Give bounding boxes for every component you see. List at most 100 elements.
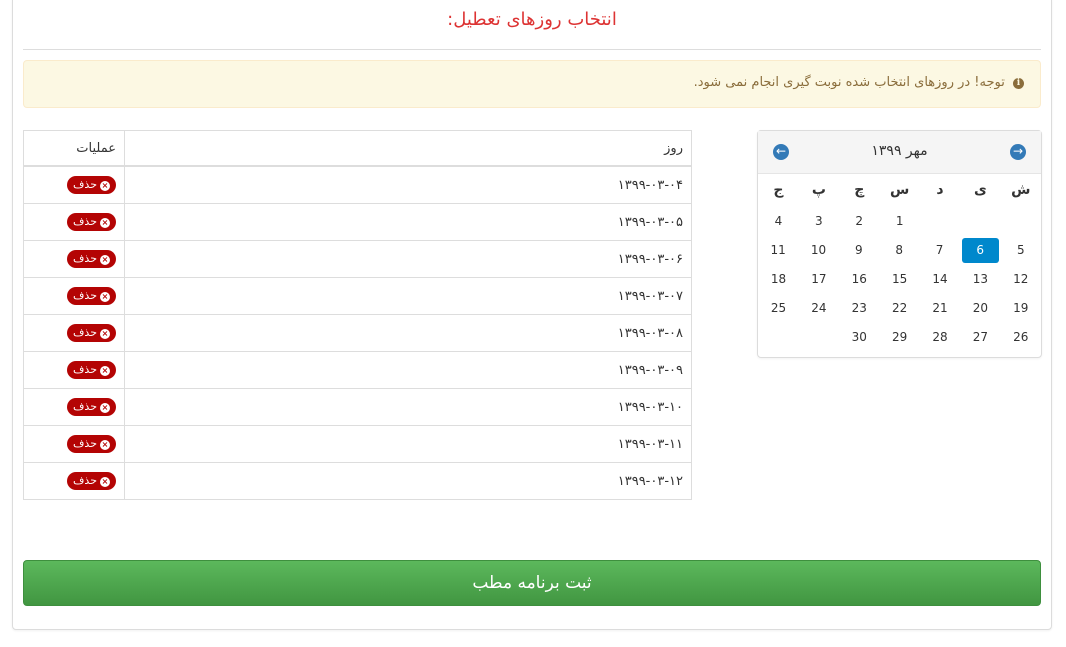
calendar-day[interactable]: 26	[1001, 323, 1041, 352]
calendar-day[interactable]: 11	[758, 236, 798, 265]
alert-text: توجه! در روزهای انتخاب شده نوبت گیری انج…	[693, 75, 1005, 90]
main-panel: انتخاب روزهای تعطیل: i توجه! در روزهای ا…	[12, 0, 1052, 630]
delete-label: حذف	[73, 437, 97, 450]
table-row: ۱۳۹۹-۰۳-۰۸ ×حذف	[23, 314, 692, 352]
delete-button[interactable]: ×حذف	[67, 361, 116, 379]
calendar-empty-cell	[920, 207, 960, 236]
delete-button[interactable]: ×حذف	[67, 176, 116, 194]
table-row: ۱۳۹۹-۰۳-۰۵ ×حذف	[23, 203, 692, 241]
calendar-day[interactable]: 16	[839, 265, 879, 294]
weekday-label: س	[889, 182, 910, 198]
calendar-day[interactable]: 9	[839, 236, 879, 265]
delete-button[interactable]: ×حذف	[67, 398, 116, 416]
calendar-month-title: مهر ۱۳۹۹	[871, 143, 928, 159]
table-row: ۱۳۹۹-۰۳-۰۹ ×حذف	[23, 351, 692, 389]
prev-month-icon[interactable]: ←	[773, 144, 789, 160]
ops-cell: ×حذف	[23, 388, 125, 426]
delete-button[interactable]: ×حذف	[67, 472, 116, 490]
column-header-ops: عملیات	[23, 130, 125, 167]
calendar-day[interactable]: 3	[799, 207, 839, 236]
weekday-label: ج	[773, 182, 784, 198]
week-row: 1234	[758, 207, 1041, 236]
week-row: 12 13 14 15 16 17 18	[758, 265, 1041, 294]
date-cell: ۱۳۹۹-۰۳-۱۰	[124, 388, 692, 426]
delete-label: حذف	[73, 215, 97, 228]
close-circle-icon: ×	[100, 366, 110, 376]
table-row: ۱۳۹۹-۰۳-۰۶ ×حذف	[23, 240, 692, 278]
submit-schedule-button[interactable]: ثبت برنامه مطب	[23, 560, 1041, 606]
delete-label: حذف	[73, 400, 97, 413]
calendar-header: → مهر ۱۳۹۹ ←	[758, 131, 1041, 174]
calendar-day[interactable]: 29	[879, 323, 919, 352]
ops-cell: ×حذف	[23, 240, 125, 278]
delete-label: حذف	[73, 326, 97, 339]
week-row: 26 27 28 29 30	[758, 323, 1041, 352]
calendar-day[interactable]: 5	[1001, 236, 1041, 265]
close-circle-icon: ×	[100, 218, 110, 228]
calendar-day[interactable]: 13	[960, 265, 1000, 294]
calendar-day[interactable]: 14	[920, 265, 960, 294]
calendar-day[interactable]: 15	[879, 265, 919, 294]
page-title: انتخاب روزهای تعطیل:	[447, 9, 617, 30]
delete-label: حذف	[73, 474, 97, 487]
calendar-day[interactable]: 1	[879, 207, 919, 236]
calendar-day[interactable]: 20	[960, 294, 1000, 323]
close-circle-icon: ×	[100, 329, 110, 339]
calendar-grid: ش ی د س چ پ ج 1 2 3 4 5 6 7 8 9 10 11 12 13 14 15 16 17 18 19 20 21…	[758, 173, 1041, 352]
table-row: ۱۳۹۹-۰۳-۱۰ ×حذف	[23, 388, 692, 426]
holidays-table: روز عملیات ۱۳۹۹-۰۳-۰۴ ×حذف ۱۳۹۹-۰۳-۰۵ ×حذف ۱…	[23, 130, 692, 500]
ops-cell: ×حذف	[23, 277, 125, 315]
date-cell: ۱۳۹۹-۰۳-۰۵	[124, 203, 692, 241]
calendar-day[interactable]: 2	[839, 207, 879, 236]
weekday-label: چ	[854, 182, 865, 198]
calendar-day[interactable]: 12	[1001, 265, 1041, 294]
delete-label: حذف	[73, 363, 97, 376]
date-cell: ۱۳۹۹-۰۳-۰۷	[124, 277, 692, 315]
calendar-empty-cell	[1001, 207, 1041, 236]
calendar: → مهر ۱۳۹۹ ← ش ی د س چ پ ج 1 2 3 4 5 6 7 8 9 10 11 12 13 14 1…	[757, 130, 1042, 358]
ops-cell: ×حذف	[23, 203, 125, 241]
date-cell: ۱۳۹۹-۰۳-۰۸	[124, 314, 692, 352]
date-cell: ۱۳۹۹-۰۳-۰۶	[124, 240, 692, 278]
close-circle-icon: ×	[100, 403, 110, 413]
delete-label: حذف	[73, 252, 97, 265]
delete-button[interactable]: ×حذف	[67, 213, 116, 231]
calendar-day[interactable]: 30	[839, 323, 879, 352]
calendar-day[interactable]: 22	[879, 294, 919, 323]
calendar-empty-cell	[960, 207, 1000, 236]
close-circle-icon: ×	[100, 292, 110, 302]
table-row: ۱۳۹۹-۰۳-۱۱ ×حذف	[23, 425, 692, 463]
week-row: 19 20 21 22 23 24 25	[758, 294, 1041, 323]
calendar-day[interactable]: 25	[758, 294, 798, 323]
info-circle-icon: i	[1013, 78, 1024, 89]
calendar-day[interactable]: 17	[799, 265, 839, 294]
delete-button[interactable]: ×حذف	[67, 250, 116, 268]
ops-cell: ×حذف	[23, 165, 125, 204]
delete-button[interactable]: ×حذف	[67, 435, 116, 453]
calendar-day[interactable]: 21	[920, 294, 960, 323]
calendar-day[interactable]: 23	[839, 294, 879, 323]
calendar-day[interactable]: 7	[919, 236, 959, 265]
table-row: ۱۳۹۹-۰۳-۰۷ ×حذف	[23, 277, 692, 315]
calendar-empty-cell	[799, 323, 839, 352]
close-circle-icon: ×	[100, 181, 110, 191]
date-cell: ۱۳۹۹-۰۳-۱۱	[124, 425, 692, 463]
calendar-day[interactable]: 27	[960, 323, 1000, 352]
weekday-label: پ	[811, 182, 826, 198]
calendar-day[interactable]: 18	[758, 265, 798, 294]
calendar-day[interactable]: 24	[799, 294, 839, 323]
delete-label: حذف	[73, 178, 97, 191]
close-circle-icon: ×	[100, 477, 110, 487]
weekday-label: د	[936, 182, 944, 198]
delete-button[interactable]: ×حذف	[67, 287, 116, 305]
delete-button[interactable]: ×حذف	[67, 324, 116, 342]
calendar-day[interactable]: 10	[798, 236, 838, 265]
divider	[23, 49, 1041, 50]
calendar-day[interactable]: 8	[879, 236, 919, 265]
calendar-day[interactable]: 19	[1001, 294, 1041, 323]
calendar-day[interactable]: 6	[961, 238, 999, 263]
calendar-day[interactable]: 4	[758, 207, 798, 236]
calendar-day[interactable]: 28	[920, 323, 960, 352]
column-header-day: روز	[124, 130, 692, 167]
warning-alert: i توجه! در روزهای انتخاب شده نوبت گیری ا…	[23, 60, 1041, 108]
